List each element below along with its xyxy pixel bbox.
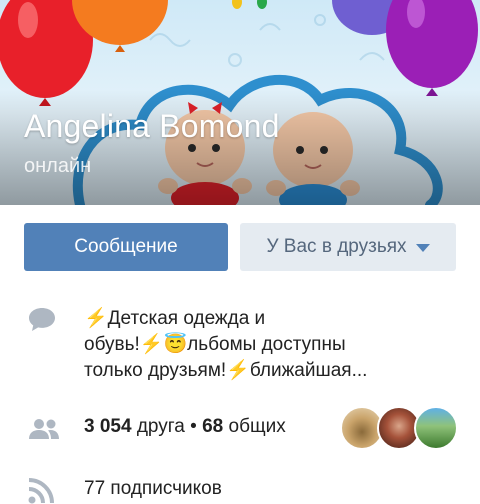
- friends-count[interactable]: 3 054 друга • 68 общих: [84, 416, 286, 438]
- angel-emoji-icon: 😇: [163, 334, 188, 355]
- people-icon: [29, 419, 59, 439]
- friend-status-label: У Вас в друзьях: [266, 236, 407, 257]
- avatar[interactable]: [414, 406, 458, 450]
- lightning-icon: ⚡: [139, 334, 164, 355]
- friend-status-button[interactable]: У Вас в друзьях: [240, 223, 456, 271]
- profile-cover[interactable]: Angelina Bomond онлайн: [0, 0, 480, 205]
- lightning-icon: ⚡: [226, 360, 250, 381]
- about-line-2: обувь!⚡😇льбомы доступны: [84, 334, 346, 355]
- profile-name: Angelina Bomond: [24, 108, 280, 144]
- about-line-3: только друзьям!⚡ближайшая...: [84, 360, 368, 381]
- about-text[interactable]: ⚡Детская одежда и обувь!⚡😇льбомы доступн…: [84, 306, 424, 384]
- friend-avatars[interactable]: [340, 406, 458, 450]
- lightning-icon: ⚡: [84, 308, 108, 329]
- message-button[interactable]: Сообщение: [24, 223, 228, 271]
- subscribers-count[interactable]: 77 подписчиков: [84, 478, 222, 500]
- chevron-down-icon: [415, 244, 430, 252]
- rss-icon: [28, 478, 54, 504]
- message-button-label: Сообщение: [74, 236, 178, 257]
- speech-bubble-icon: [29, 308, 55, 331]
- about-line-1: ⚡Детская одежда и: [84, 308, 266, 329]
- online-status: онлайн: [24, 155, 92, 177]
